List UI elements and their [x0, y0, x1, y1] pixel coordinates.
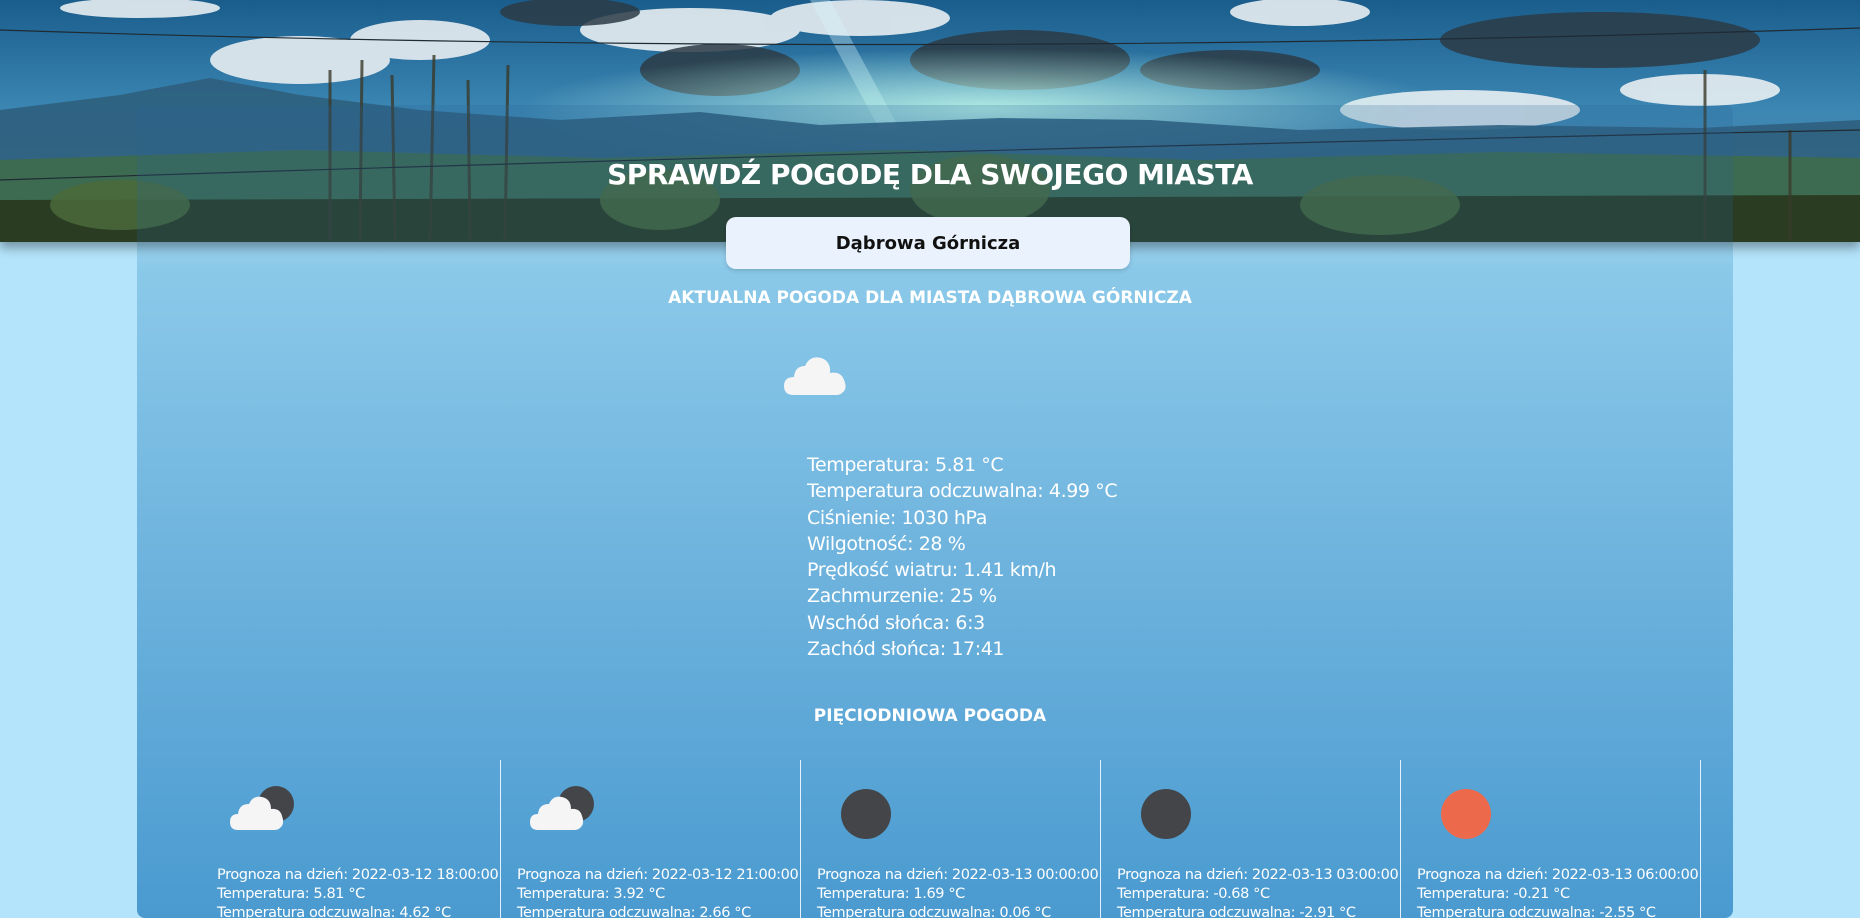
current-sunrise: Wschód słońca: 6:3: [807, 611, 985, 634]
forecast-feels-like: Temperatura odczuwalna: 2.66 °C: [517, 905, 751, 918]
forecast-temperature: Temperatura: -0.68 °C: [1117, 886, 1270, 902]
forecast-temperature: Temperatura: 3.92 °C: [517, 886, 665, 902]
forecast-feels-like: Temperatura odczuwalna: 4.62 °C: [217, 905, 451, 918]
moon-icon: [830, 786, 896, 847]
current-humidity: Wilgotność: 28 %: [807, 532, 966, 555]
forecast-feels-like: Temperatura odczuwalna: 0.06 °C: [817, 905, 1051, 918]
forecast-date: Prognoza na dzień: 2022-03-12 18:00:00: [217, 867, 499, 883]
forecast-temperature: Temperatura: -0.21 °C: [1417, 886, 1570, 902]
moon-icon: [1130, 786, 1196, 847]
forecast-day-text: Prognoza na dzień: 2022-03-12 21:00:00 T…: [517, 866, 799, 918]
cloud-moon-icon: [230, 786, 296, 837]
forecast-date: Prognoza na dzień: 2022-03-13 03:00:00: [1117, 867, 1399, 883]
forecast-temperature: Temperatura: 1.69 °C: [817, 886, 965, 902]
page-title: SPRAWDŹ POGODĘ DLA SWOJEGO MIASTA: [607, 158, 1253, 191]
forecast-day-text: Prognoza na dzień: 2022-03-13 06:00:00 T…: [1417, 866, 1699, 918]
current-temperature: Temperatura: 5.81 °C: [807, 454, 1004, 476]
cloud-moon-icon: [530, 786, 596, 837]
forecast-day: Prognoza na dzień: 2022-03-12 21:00:00 T…: [500, 760, 801, 918]
forecast-day: Prognoza na dzień: 2022-03-13 03:00:00 T…: [1100, 760, 1401, 918]
forecast-day-text: Prognoza na dzień: 2022-03-13 03:00:00 T…: [1117, 866, 1399, 918]
current-weather-details: Temperatura: 5.81 °C Temperatura odczuwa…: [807, 452, 1118, 662]
forecast-date: Prognoza na dzień: 2022-03-13 06:00:00: [1417, 867, 1699, 883]
forecast-heading: PIĘCIODNIOWA POGODA: [813, 706, 1047, 726]
current-wind-speed: Prędkość wiatru: 1.41 km/h: [807, 559, 1057, 582]
city-search-input[interactable]: [726, 217, 1130, 269]
forecast-day-text: Prognoza na dzień: 2022-03-12 18:00:00 T…: [217, 866, 499, 918]
forecast-feels-like: Temperatura odczuwalna: -2.55 °C: [1417, 905, 1656, 918]
forecast-feels-like: Temperatura odczuwalna: -2.91 °C: [1117, 905, 1356, 918]
forecast-date: Prognoza na dzień: 2022-03-12 21:00:00: [517, 867, 799, 883]
forecast-day-text: Prognoza na dzień: 2022-03-13 00:00:00 T…: [817, 866, 1099, 918]
current-sunset: Zachód słońca: 17:41: [807, 638, 1005, 661]
current-pressure: Ciśnienie: 1030 hPa: [807, 506, 987, 529]
sun-icon: [1430, 786, 1496, 847]
current-feels-like: Temperatura odczuwalna: 4.99 °C: [807, 480, 1118, 503]
current-weather-heading: AKTUALNA POGODA DLA MIASTA DĄBROWA GÓRNI…: [668, 288, 1192, 308]
forecast-list: Prognoza na dzień: 2022-03-12 18:00:00 T…: [200, 760, 1701, 918]
forecast-day: Prognoza na dzień: 2022-03-13 06:00:00 T…: [1400, 760, 1701, 918]
forecast-day: Prognoza na dzień: 2022-03-13 00:00:00 T…: [800, 760, 1101, 918]
forecast-date: Prognoza na dzień: 2022-03-13 00:00:00: [817, 867, 1099, 883]
forecast-temperature: Temperatura: 5.81 °C: [217, 886, 365, 902]
forecast-day: Prognoza na dzień: 2022-03-12 18:00:00 T…: [200, 760, 501, 918]
page: SPRAWDŹ POGODĘ DLA SWOJEGO MIASTA AKTUAL…: [0, 0, 1860, 918]
cloud-icon: [784, 355, 848, 402]
current-clouds: Zachmurzenie: 25 %: [807, 585, 997, 608]
